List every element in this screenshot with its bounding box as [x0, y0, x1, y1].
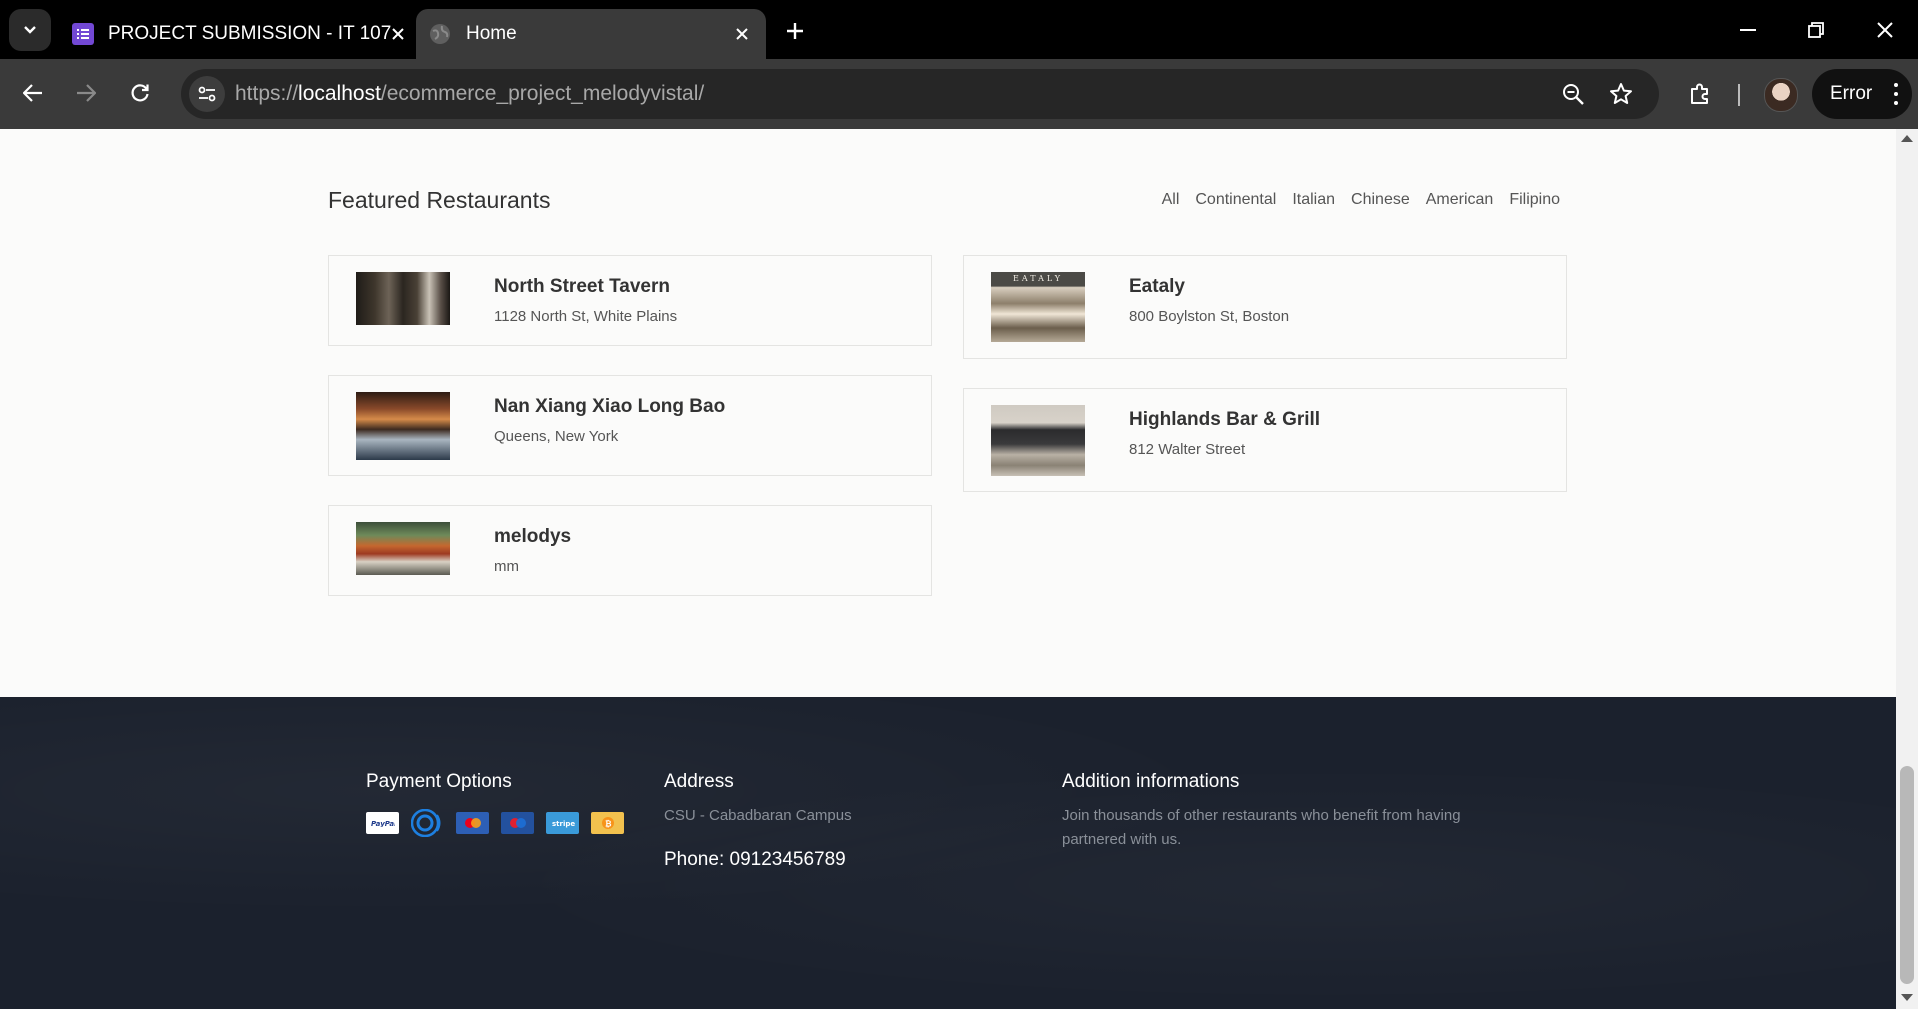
scroll-up-arrow[interactable]	[1901, 135, 1913, 142]
forward-button[interactable]	[66, 73, 106, 113]
new-tab-button[interactable]	[778, 14, 812, 48]
reload-button[interactable]	[120, 73, 160, 113]
tab-project-submission[interactable]: PROJECT SUBMISSION - IT 107	[60, 9, 410, 59]
star-icon	[1610, 83, 1632, 104]
restaurant-name[interactable]: Eataly	[1129, 276, 1185, 298]
filter-american[interactable]: American	[1426, 191, 1494, 209]
toolbar-divider	[1738, 84, 1740, 106]
extensions-button[interactable]	[1682, 76, 1718, 112]
url-path: /ecommerce_project_melodyvistal/	[380, 82, 705, 105]
site-footer: Payment Options PayPal stripe ₿ Address …	[0, 697, 1896, 1009]
maestro-icon	[501, 812, 534, 834]
phone-text: Phone: 09123456789	[664, 849, 846, 870]
restaurant-name[interactable]: melodys	[494, 526, 571, 548]
reload-icon	[131, 84, 149, 102]
restaurant-card-nan-xiang[interactable]: Nan Xiang Xiao Long Bao Queens, New York	[328, 375, 932, 476]
puzzle-icon	[1691, 83, 1708, 104]
restaurant-image[interactable]	[991, 405, 1085, 476]
bookmark-button[interactable]	[1605, 78, 1637, 110]
more-menu-icon[interactable]	[1894, 83, 1898, 105]
arrow-left-icon	[23, 84, 42, 102]
filter-chinese[interactable]: Chinese	[1351, 191, 1410, 209]
back-button[interactable]	[13, 73, 53, 113]
restaurant-card-eataly[interactable]: EATALY Eataly 800 Boylston St, Boston	[963, 255, 1567, 359]
profile-error-label: Error	[1830, 83, 1873, 104]
bitcoin-icon: ₿	[591, 812, 624, 834]
url-text[interactable]: https://localhost/ecommerce_project_melo…	[235, 82, 704, 106]
plus-icon	[787, 23, 803, 39]
restore-button[interactable]	[1794, 10, 1838, 50]
scroll-down-arrow[interactable]	[1901, 994, 1913, 1001]
filter-all[interactable]: All	[1162, 191, 1180, 209]
page-viewport: Featured Restaurants All Continental Ita…	[0, 129, 1896, 1009]
address-title: Address	[664, 771, 734, 792]
payment-options-title: Payment Options	[366, 771, 512, 792]
restaurant-card-melodys[interactable]: melodys mm	[328, 505, 932, 596]
restaurant-image[interactable]	[356, 392, 450, 460]
zoom-out-icon	[1563, 84, 1584, 105]
restaurant-name[interactable]: Nan Xiang Xiao Long Bao	[494, 396, 725, 418]
restaurant-address: 800 Boylston St, Boston	[1129, 308, 1290, 325]
browser-tab-strip: PROJECT SUBMISSION - IT 107 Home	[0, 0, 1918, 59]
additional-info-text: Join thousands of other restaurants who …	[1062, 807, 1461, 848]
tab-search-button[interactable]	[9, 9, 51, 51]
additional-info-title: Addition informations	[1062, 771, 1240, 792]
forms-icon	[72, 22, 94, 46]
restaurant-image[interactable]	[356, 272, 450, 325]
payment-methods: PayPal stripe ₿	[366, 809, 624, 837]
coins-icon	[411, 809, 444, 837]
restaurant-address: mm	[494, 558, 519, 575]
close-icon[interactable]	[391, 20, 405, 48]
minimize-icon	[1740, 29, 1756, 31]
restaurant-name[interactable]: North Street Tavern	[494, 276, 670, 298]
restaurant-name[interactable]: Highlands Bar & Grill	[1129, 409, 1320, 431]
globe-icon	[428, 22, 452, 46]
svg-text:stripe: stripe	[552, 820, 575, 828]
address-text: CSU - Cabadbaran Campus	[664, 807, 852, 824]
eataly-sign: EATALY	[1013, 274, 1063, 283]
window-close-button[interactable]	[1863, 10, 1907, 50]
arrow-right-icon	[77, 84, 96, 102]
profile-error-button[interactable]: Error	[1812, 69, 1912, 119]
restaurant-card-north-street-tavern[interactable]: North Street Tavern 1128 North St, White…	[328, 255, 932, 346]
tab-home[interactable]: Home	[416, 9, 766, 59]
page-scrollbar[interactable]	[1896, 129, 1918, 1009]
featured-restaurants-title: Featured Restaurants	[328, 187, 551, 213]
tab-title: PROJECT SUBMISSION - IT 107	[108, 23, 392, 44]
profile-avatar[interactable]	[1764, 78, 1798, 112]
scroll-thumb[interactable]	[1900, 766, 1914, 984]
restaurant-image[interactable]: EATALY	[991, 272, 1085, 342]
restaurant-address: Queens, New York	[494, 428, 619, 445]
stripe-icon: stripe	[546, 812, 579, 834]
url-scheme: https://	[235, 82, 299, 105]
tab-title: Home	[466, 23, 517, 44]
mastercard-icon	[456, 812, 489, 834]
chevron-down-icon	[24, 26, 36, 34]
address-bar[interactable]: https://localhost/ecommerce_project_melo…	[181, 69, 1659, 119]
filter-filipino[interactable]: Filipino	[1509, 191, 1560, 209]
svg-text:₿: ₿	[605, 820, 612, 829]
tune-icon	[198, 86, 216, 102]
paypal-icon: PayPal	[366, 812, 399, 834]
restore-icon	[1808, 22, 1824, 38]
zoom-button[interactable]	[1557, 78, 1589, 110]
restaurant-address: 812 Walter Street	[1129, 441, 1246, 458]
site-info-button[interactable]	[189, 76, 225, 112]
browser-toolbar: https://localhost/ecommerce_project_melo…	[0, 59, 1918, 129]
restaurant-address: 1128 North St, White Plains	[494, 308, 678, 325]
close-icon[interactable]	[728, 20, 756, 48]
filter-italian[interactable]: Italian	[1292, 191, 1335, 209]
minimize-button[interactable]	[1726, 10, 1770, 50]
close-icon	[1877, 22, 1893, 38]
url-host: localhost	[298, 82, 381, 105]
cuisine-filter-bar: All Continental Italian Chinese American…	[1162, 191, 1560, 209]
restaurant-image[interactable]	[356, 522, 450, 575]
restaurant-card-highlands[interactable]: Highlands Bar & Grill 812 Walter Street	[963, 388, 1567, 492]
filter-continental[interactable]: Continental	[1195, 191, 1276, 209]
svg-text:PayPal: PayPal	[371, 820, 395, 827]
